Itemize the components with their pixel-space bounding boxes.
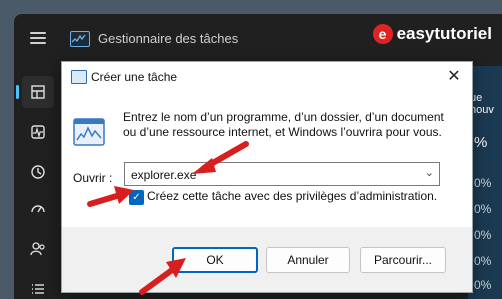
browse-button[interactable]: Parcourir... [360, 247, 446, 273]
close-button[interactable]: ✕ [444, 67, 464, 87]
details-icon[interactable] [22, 273, 54, 299]
dialog-body: Entrez le nom d’un programme, d’un dossi… [62, 92, 472, 227]
cpu-cell: 0% [474, 176, 492, 190]
dialog-description: Entrez le nom d’un programme, d’un dossi… [123, 110, 444, 139]
hamburger-menu-icon[interactable] [30, 32, 46, 44]
brand-logo-icon: e [372, 24, 393, 44]
admin-checkbox[interactable]: ✓ [129, 190, 144, 205]
history-icon[interactable] [22, 156, 54, 188]
ok-button[interactable]: OK [172, 247, 258, 273]
startup-icon[interactable] [22, 193, 54, 225]
task-manager-titlebar: Gestionnaire des tâches e easytutoriel [14, 14, 502, 66]
brand-name: easytutoriel [396, 24, 492, 43]
dialog-footer: OK Annuler Parcourir... [62, 227, 472, 292]
cpu-cell: 0% [474, 228, 492, 242]
dialog-titlebar[interactable]: Créer une tâche ✕ [62, 62, 472, 92]
chevron-down-icon[interactable]: ⌄ [425, 166, 434, 179]
performance-icon[interactable] [22, 116, 54, 148]
users-icon[interactable] [22, 233, 54, 265]
run-small-icon [71, 70, 87, 84]
create-task-dialog: Créer une tâche ✕ Entrez le nom d’un pro… [61, 61, 473, 293]
cpu-cell: 0% [474, 254, 492, 268]
run-program-icon [73, 116, 105, 148]
open-input[interactable] [129, 165, 413, 185]
cancel-button[interactable]: Annuler [266, 247, 350, 273]
cpu-cell: 0% [474, 202, 492, 216]
dialog-title: Créer une tâche [91, 70, 178, 84]
brand-watermark: e easytutoriel [372, 24, 492, 44]
processes-icon[interactable] [16, 76, 54, 108]
run-new-task-label[interactable]: ue nouv [470, 92, 502, 116]
cpu-cell: 0% [474, 278, 492, 292]
open-label: Ouvrir : [73, 171, 113, 185]
admin-checkbox-label[interactable]: Créez cette tâche avec des privilèges d’… [147, 189, 437, 203]
task-manager-sidebar [14, 66, 62, 299]
cpu-total: % [474, 134, 488, 151]
task-manager-app-icon [70, 31, 90, 47]
cpu-column: ue nouv % 0% 0% 0% 0% 0% [468, 66, 502, 299]
task-manager-title: Gestionnaire des tâches [98, 31, 239, 46]
open-combobox[interactable]: ⌄ [124, 162, 440, 186]
